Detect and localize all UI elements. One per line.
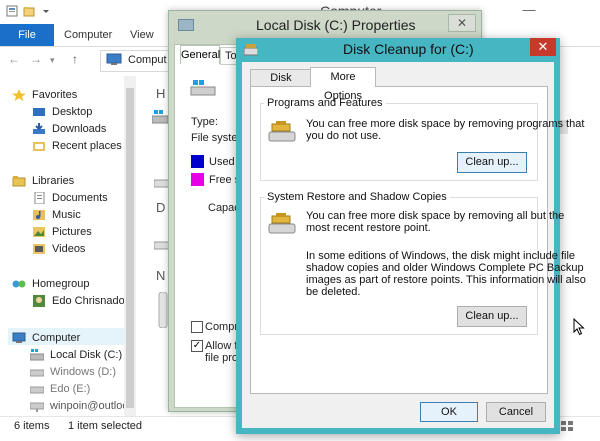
restore-note-1: In some editions of Windows, the disk mi… [306, 250, 576, 262]
restore-note-3: images as part of restore points. This i… [306, 274, 586, 286]
quick-access-toolbar [6, 5, 52, 17]
content-group-label: N [156, 268, 166, 283]
drive-icon[interactable] [151, 110, 169, 127]
properties-title: Local Disk (C:) Properties [256, 17, 416, 33]
programs-clean-up-button[interactable]: Clean up... [457, 152, 527, 173]
drive-icon [29, 383, 45, 395]
mouse-cursor-icon [573, 317, 585, 339]
cleanup-drive-icon [268, 212, 298, 236]
content-group-label: H [156, 86, 166, 101]
minimize-button[interactable]: — [518, 2, 540, 20]
system-restore-title: System Restore and Shadow Copies [264, 191, 450, 203]
libraries-icon [12, 175, 26, 187]
drive-windows-icon [29, 348, 45, 361]
homegroup-icon [12, 278, 26, 290]
network-drive-icon[interactable] [158, 291, 168, 331]
forward-arrow-icon[interactable]: → [30, 52, 42, 66]
restore-text: You can free more disk space by removing… [306, 210, 565, 222]
close-icon: ✕ [537, 39, 549, 54]
drive-icon [178, 19, 194, 31]
status-selected: 1 item selected [68, 420, 142, 432]
desktop-icon [32, 106, 46, 118]
dropdown-icon[interactable] [40, 5, 52, 17]
programs-text: You can free more disk space by removing… [306, 118, 585, 130]
address-text: Comput [128, 54, 167, 66]
restore-note-4: be deleted. [306, 286, 361, 298]
close-button[interactable]: ✕ [448, 14, 476, 32]
drive-icon [29, 366, 45, 378]
disk-cleanup-title: Disk Cleanup for (C:) [343, 41, 474, 57]
star-icon [12, 88, 26, 101]
disk-cleanup-icon [243, 44, 259, 56]
tab-more-options[interactable]: More Options [310, 67, 376, 102]
compress-checkbox[interactable] [191, 321, 203, 333]
programs-text-2: you do not use. [306, 130, 382, 142]
restore-text-2: most recent restore point. [306, 222, 431, 234]
ribbon-tab-view[interactable]: View [130, 24, 154, 46]
allow-index-checkbox[interactable]: ✓ [191, 340, 203, 352]
properties-icon[interactable] [6, 5, 18, 17]
nav-scrollbar-thumb[interactable] [126, 88, 134, 408]
pictures-icon [32, 226, 46, 238]
type-label: Type: [191, 116, 218, 128]
recent-chevron-icon[interactable]: ▾ [50, 55, 55, 66]
tab-general[interactable]: General [180, 45, 220, 64]
network-drive-icon [29, 400, 45, 412]
status-item-count: 6 items [14, 420, 50, 432]
new-folder-icon[interactable] [23, 5, 35, 17]
close-button[interactable]: ✕ [530, 38, 556, 56]
used-space-swatch [191, 155, 204, 168]
videos-icon [32, 243, 46, 255]
back-arrow-icon[interactable]: ← [8, 52, 20, 66]
ribbon-tab-computer[interactable]: Computer [64, 24, 112, 46]
cancel-button[interactable]: Cancel [486, 402, 546, 422]
recent-places-icon [32, 140, 46, 152]
computer-icon [12, 332, 26, 344]
restore-note-2: shadow copies and older Windows Complete… [306, 262, 584, 274]
computer-icon [106, 53, 122, 69]
ok-button[interactable]: OK [420, 402, 478, 422]
content-group-label: D [156, 200, 166, 215]
cleanup-drive-icon [268, 120, 298, 144]
free-space-swatch [191, 173, 204, 186]
up-arrow-icon[interactable]: ↑ [72, 52, 78, 66]
downloads-icon [32, 122, 46, 135]
restore-clean-up-button[interactable]: Clean up... [457, 306, 527, 327]
music-icon [32, 209, 46, 221]
close-icon: ✕ [456, 16, 468, 30]
drive-icon [190, 80, 216, 96]
tiles-view-icon[interactable] [560, 420, 574, 435]
user-icon [32, 294, 46, 307]
documents-icon [32, 191, 46, 204]
ribbon-tab-file[interactable]: File [0, 24, 54, 46]
